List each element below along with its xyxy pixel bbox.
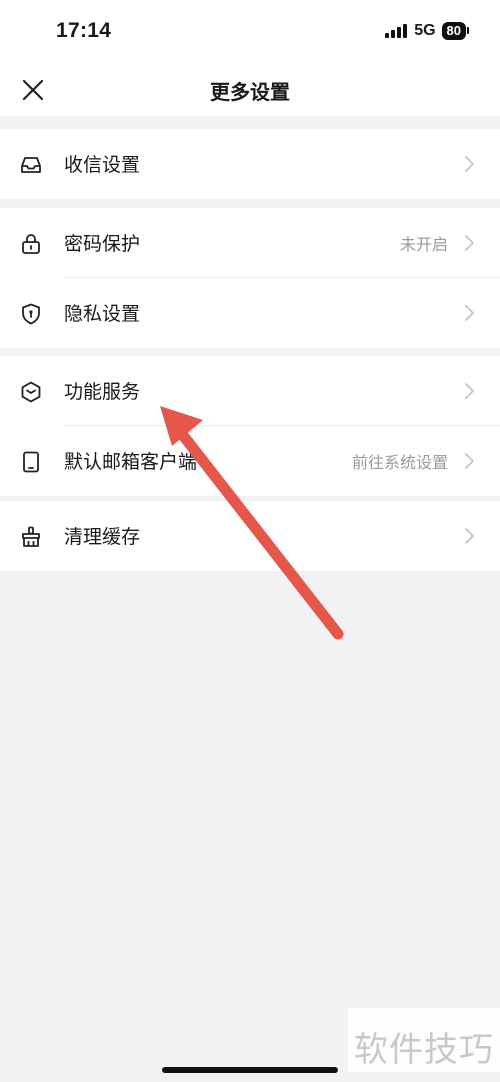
home-indicator: [162, 1067, 338, 1073]
inbox-icon: [21, 157, 41, 173]
inbox-settings-row[interactable]: 收信设置: [0, 129, 500, 199]
lock-icon: [22, 234, 40, 254]
phone-icon: [23, 451, 39, 473]
shield-icon: [22, 303, 40, 325]
default-mail-client-label: 默认邮箱客户端: [64, 451, 198, 473]
nav-bar: 更多设置: [0, 68, 500, 116]
settings-group-1: 收信设置: [0, 129, 500, 199]
settings-group-2: 密码保护 未开启 隐私设置: [0, 208, 500, 348]
settings-group-4: 清理缓存: [0, 501, 500, 571]
password-protection-row[interactable]: 密码保护 未开启: [0, 208, 500, 278]
status-time: 17:14: [56, 19, 112, 42]
watermark: 软件技巧: [348, 1008, 500, 1072]
chevron-right-icon: [465, 453, 474, 469]
box-icon: [21, 381, 41, 403]
battery-icon: 80: [441, 22, 470, 40]
privacy-settings-row[interactable]: 隐私设置: [0, 278, 500, 348]
status-bar: 17:14 5G 80: [0, 0, 500, 68]
signal-icon: [385, 24, 408, 38]
chevron-right-icon: [465, 305, 474, 321]
feature-services-label: 功能服务: [64, 381, 141, 403]
feature-services-row[interactable]: 功能服务: [0, 356, 500, 426]
password-protection-label: 密码保护: [64, 233, 141, 255]
status-indicators: 5G 80: [385, 22, 470, 40]
clear-cache-row[interactable]: 清理缓存: [0, 501, 500, 571]
default-mail-client-row[interactable]: 默认邮箱客户端 前往系统设置: [0, 426, 500, 496]
chevron-right-icon: [465, 235, 474, 251]
chevron-right-icon: [465, 383, 474, 399]
password-protection-status: 未开启: [399, 235, 448, 254]
default-mail-client-link: 前往系统设置: [351, 453, 448, 472]
clear-cache-label: 清理缓存: [64, 526, 141, 548]
network-type: 5G: [414, 22, 436, 39]
chevron-right-icon: [465, 156, 474, 172]
inbox-settings-label: 收信设置: [64, 154, 141, 176]
chevron-right-icon: [465, 528, 474, 544]
settings-group-3: 功能服务 默认邮箱客户端 前往系统设置: [0, 356, 500, 496]
privacy-settings-label: 隐私设置: [64, 303, 141, 325]
broom-icon: [22, 526, 40, 547]
watermark-text: 软件技巧: [354, 1030, 494, 1070]
page-title: 更多设置: [210, 80, 290, 104]
